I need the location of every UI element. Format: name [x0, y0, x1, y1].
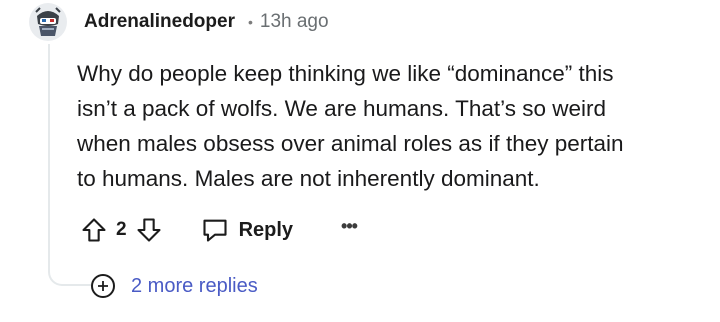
plus-circle-icon [91, 274, 115, 298]
comment-body-line: isn’t a pack of wolfs. We are humans. Th… [77, 96, 606, 121]
more-options-button[interactable]: ••• [341, 216, 358, 245]
author-username[interactable]: Adrenalinedoper [84, 11, 235, 33]
chat-bubble-icon [203, 219, 227, 242]
downvote-button[interactable] [135, 216, 163, 244]
avatar-icon [29, 3, 67, 41]
avatar[interactable] [28, 2, 68, 42]
upvote-button[interactable] [80, 216, 108, 244]
reply-button[interactable]: Reply [201, 217, 293, 243]
comment: Adrenalinedoper • 13h ago Why do people … [0, 0, 720, 322]
meta-separator: • [247, 14, 253, 30]
vote-score: 2 [116, 219, 127, 240]
upvote-arrow-icon [82, 218, 106, 242]
more-replies-label: 2 more replies [131, 274, 258, 297]
comment-timestamp[interactable]: 13h ago [260, 11, 329, 33]
comment-body-line: Why do people keep thinking we like “dom… [77, 61, 614, 86]
comment-body: Why do people keep thinking we like “dom… [77, 56, 697, 196]
more-replies-button[interactable]: 2 more replies [91, 272, 258, 300]
downvote-arrow-icon [137, 218, 161, 242]
comment-actions: 2 Reply ••• [80, 210, 358, 250]
comment-body-line: when males obsess over animal roles as i… [77, 131, 624, 156]
comment-header: Adrenalinedoper • 13h ago [28, 2, 329, 42]
reply-label: Reply [238, 218, 294, 241]
comment-body-line: to humans. Males are not inherently domi… [77, 166, 540, 191]
